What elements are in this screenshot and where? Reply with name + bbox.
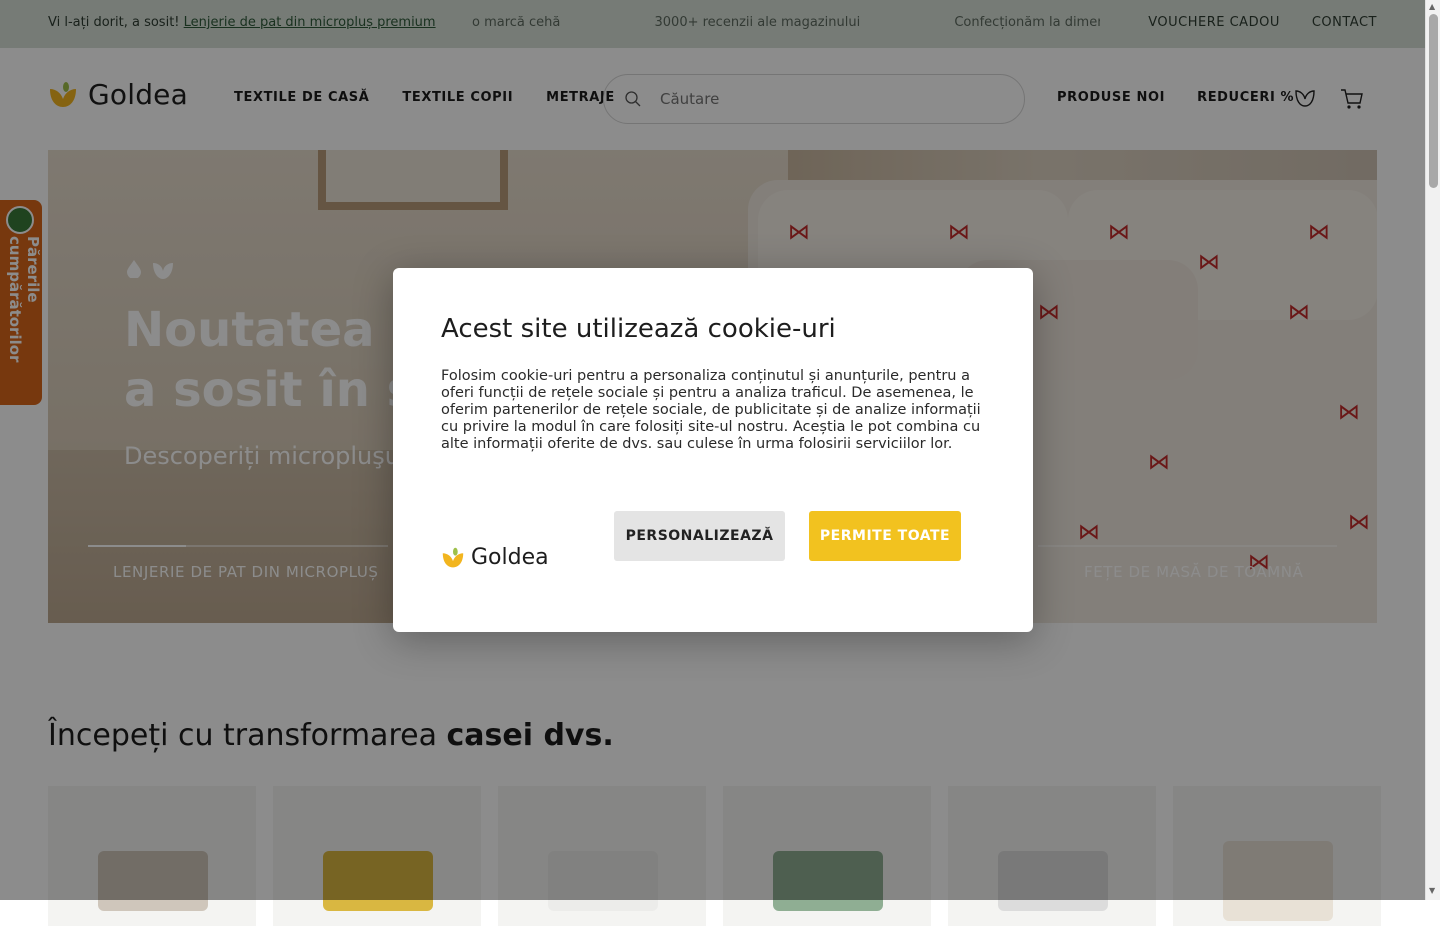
scrollbar-thumb[interactable] <box>1429 14 1438 188</box>
accept-all-button[interactable]: PERMITE TOATE <box>809 511 961 561</box>
cookie-logo: Goldea <box>441 545 549 570</box>
cookie-title: Acest site utilizează cookie-uri <box>441 314 836 344</box>
scroll-up-icon[interactable]: ▲ <box>1429 2 1435 11</box>
goldea-logo-icon <box>442 547 464 567</box>
scroll-down-icon[interactable]: ▼ <box>1429 886 1435 895</box>
customize-button[interactable]: PERSONALIZEAZĂ <box>614 511 785 561</box>
cookie-consent-dialog: Acest site utilizează cookie-uri Folosim… <box>393 268 1033 632</box>
cookie-body: Folosim cookie-uri pentru a personaliza … <box>441 368 981 452</box>
scrollbar[interactable]: ▲ ▼ <box>1425 0 1440 900</box>
